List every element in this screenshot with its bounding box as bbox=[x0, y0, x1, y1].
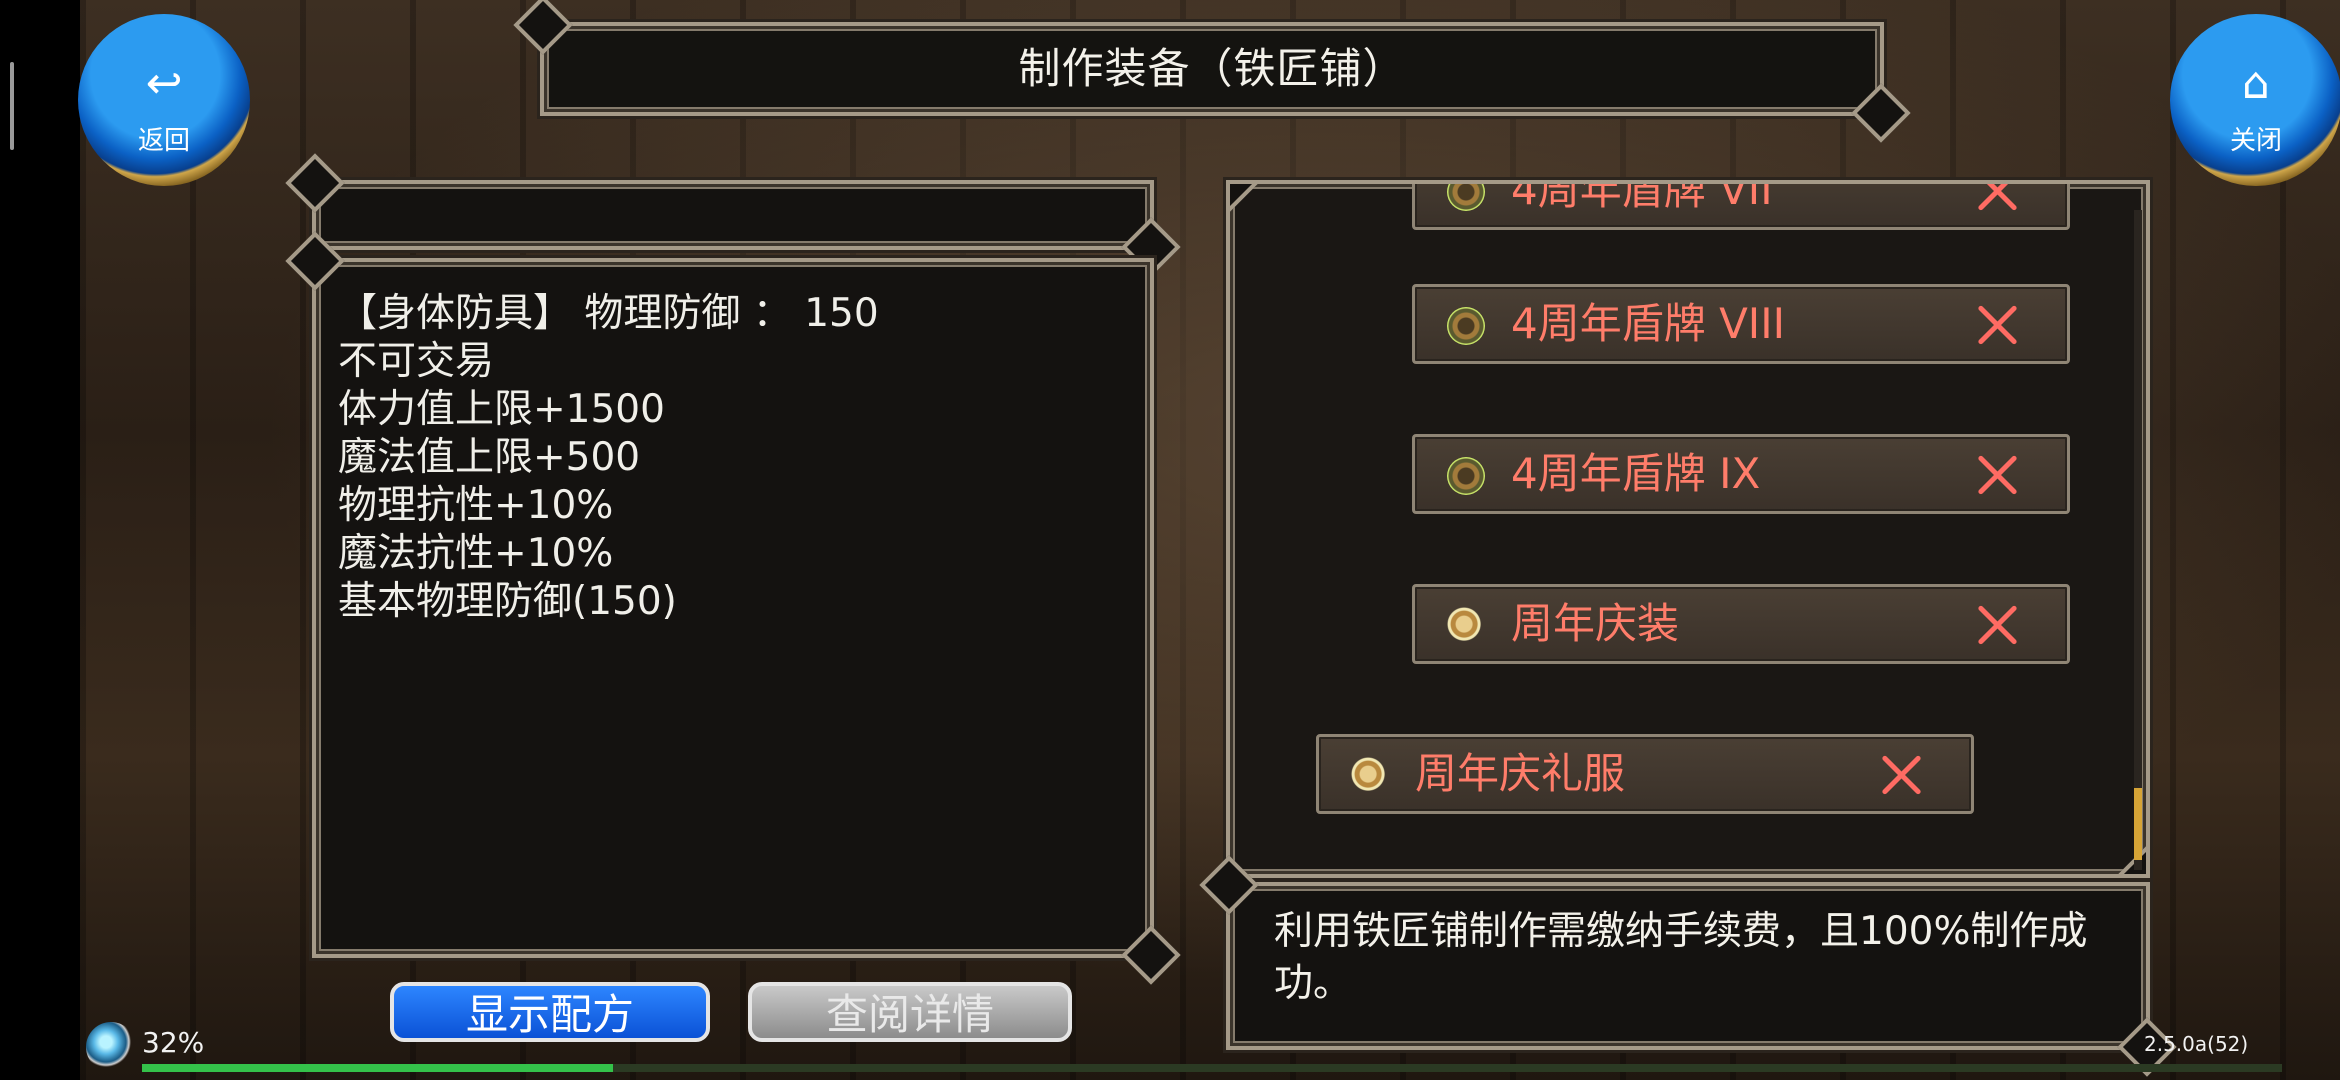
page-title: 制作装备（铁匠铺） bbox=[1018, 44, 1406, 93]
xp-bar-fill bbox=[142, 1064, 613, 1072]
home-icon: ⌂ bbox=[2242, 58, 2270, 109]
shield-icon bbox=[1447, 457, 1485, 495]
orb-icon bbox=[86, 1022, 136, 1072]
scrollbar-track[interactable] bbox=[2134, 210, 2142, 870]
clothing-icon bbox=[1351, 757, 1389, 795]
detail-line: 魔法值上限+500 bbox=[338, 435, 641, 480]
list-item[interactable]: 4周年盾牌 IX bbox=[1412, 434, 2070, 514]
list-item-selected[interactable]: 周年庆礼服 bbox=[1316, 734, 1974, 814]
list-item-label: 4周年盾牌 VII bbox=[1511, 180, 1773, 214]
item-details: 【身体防具】 物理防御 ： 150 不可交易 体力值上限+1500 魔法值上限+… bbox=[338, 290, 879, 626]
title-panel: 制作装备（铁匠铺） bbox=[540, 22, 1884, 116]
close-button[interactable]: ⌂ 关闭 bbox=[2170, 14, 2340, 186]
item-details-panel: 【身体防具】 物理防御 ： 150 不可交易 体力值上限+1500 魔法值上限+… bbox=[312, 258, 1154, 958]
list-item-label: 4周年盾牌 VIII bbox=[1511, 299, 1785, 348]
detail-line: 【身体防具】 物理防御 ： 150 bbox=[338, 291, 879, 336]
close-icon bbox=[1975, 184, 2019, 213]
list-item[interactable]: 4周年盾牌 VIII bbox=[1412, 284, 2070, 364]
list-item[interactable]: 周年庆装 bbox=[1412, 584, 2070, 664]
version-label: 2.5.0a(52) bbox=[2144, 1032, 2249, 1056]
xp-percent: 32% bbox=[142, 1026, 205, 1059]
shield-icon bbox=[1447, 307, 1485, 345]
close-icon bbox=[1975, 453, 2019, 497]
show-recipe-button[interactable]: 显示配方 bbox=[390, 982, 710, 1042]
back-label: 返回 bbox=[137, 126, 190, 156]
shield-icon bbox=[1447, 184, 1485, 211]
info-panel: 利用铁匠铺制作需缴纳手续费，且100%制作成功。 bbox=[1226, 882, 2150, 1050]
scrollbar-thumb[interactable] bbox=[2134, 788, 2142, 860]
item-name-panel bbox=[312, 180, 1154, 250]
list-item[interactable]: 4周年盾牌 VII bbox=[1412, 180, 2070, 230]
info-text: 利用铁匠铺制作需缴纳手续费，且100%制作成功。 bbox=[1274, 909, 2088, 1006]
detail-line: 不可交易 bbox=[338, 339, 495, 384]
return-arrow-icon: ↩ bbox=[145, 58, 183, 109]
close-icon bbox=[1975, 603, 2019, 647]
clothing-icon bbox=[1447, 607, 1485, 645]
close-icon bbox=[1975, 303, 2019, 347]
screen-edge bbox=[0, 0, 80, 1080]
back-button[interactable]: ↩ 返回 bbox=[78, 14, 250, 186]
view-details-button[interactable]: 查阅详情 bbox=[748, 982, 1072, 1042]
close-icon bbox=[1879, 753, 1923, 797]
detail-line: 魔法抗性+10% bbox=[338, 531, 614, 576]
list-item-label: 周年庆装 bbox=[1511, 599, 1680, 648]
list-item-label: 周年庆礼服 bbox=[1415, 749, 1626, 798]
detail-line: 体力值上限+1500 bbox=[338, 387, 665, 432]
recipe-list-panel[interactable]: 4周年盾牌 VII 4周年盾牌 VIII 4周年盾牌 IX 周年庆装 周年庆礼服 bbox=[1226, 180, 2150, 878]
detail-line: 基本物理防御(150) bbox=[338, 579, 677, 624]
list-item-label: 4周年盾牌 IX bbox=[1511, 449, 1761, 498]
xp-bar bbox=[142, 1064, 2282, 1072]
system-bar-indicator bbox=[10, 62, 14, 150]
detail-line: 物理抗性+10% bbox=[338, 483, 614, 528]
close-label: 关闭 bbox=[2229, 126, 2282, 156]
